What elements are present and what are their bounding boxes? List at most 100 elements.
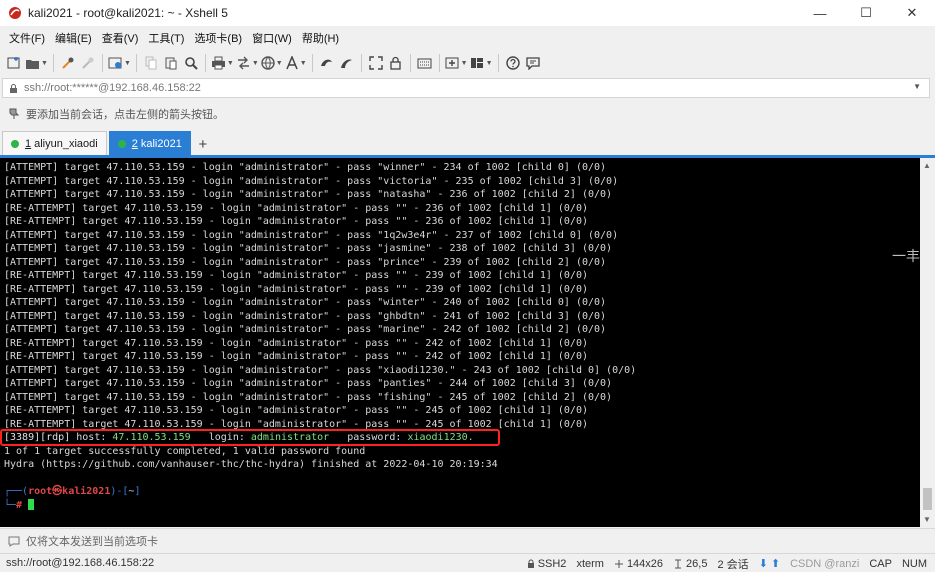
menu-tools[interactable]: 工具(T) [143,30,189,46]
keyboard-icon[interactable] [416,52,434,74]
prompt-tree-top: ┌──( [4,486,29,497]
prompt-user: root㉿kali2021 [28,486,111,497]
menu-window[interactable]: 窗口(W) [247,30,297,46]
layout-icon[interactable]: ▼ [470,52,493,74]
print-icon[interactable]: ▼ [211,52,234,74]
toolbar: ▼ ▼ ▼ ▼ ▼ ▼ ▼ ▼ [0,50,935,76]
connected-status-icon [117,139,126,148]
new-session-icon[interactable] [5,52,23,74]
highlight-box [0,429,500,446]
tab-kali2021[interactable]: 2 kali2021 [108,131,191,155]
hint-text: 要添加当前会话，点击左侧的箭头按钮。 [26,109,224,121]
tab-number: 1 [25,137,32,150]
session-arrows[interactable]: ⬇ ⬆ [759,557,780,570]
terminal-line: [ATTEMPT] target 47.110.53.159 - login "… [4,391,613,403]
disconnect-icon[interactable] [79,52,97,74]
xshell-app-icon [9,7,21,19]
help-icon[interactable] [504,52,522,74]
connected-status-icon [11,139,19,148]
terminal-line: [ATTEMPT] target 47.110.53.159 - login "… [4,364,637,376]
send-icon[interactable] [8,535,20,547]
terminal-scrollbar[interactable]: ▲ ▼ [920,158,935,527]
tab-bar: 1 aliyun_xiaodi 2 kali2021 + [0,131,935,155]
toolbar-separator [101,54,103,72]
scroll-up-icon[interactable]: ▲ [923,161,931,170]
window-controls: — ☐ ✕ [797,0,935,26]
address-input[interactable]: ssh://root:******@192.168.46.158:22 [24,82,201,94]
terminal-line: [ATTEMPT] target 47.110.53.159 - login "… [4,324,607,335]
reconnect-icon[interactable] [59,52,77,74]
toolbar-separator [409,54,411,72]
terminal[interactable]: [ATTEMPT] target 47.110.53.159 - login "… [0,158,920,527]
cursor-pos-icon [675,559,682,568]
terminal-line: [ATTEMPT] target 47.110.53.159 - login "… [4,162,607,173]
paste-icon[interactable] [162,52,180,74]
close-button[interactable]: ✕ [889,0,935,26]
toolbar-separator [135,54,137,72]
properties-icon[interactable]: ▼ [108,52,131,74]
status-sessions: 2 会话 [717,558,749,571]
terminal-line: [RE-ATTEMPT] target 47.110.53.159 - logi… [4,202,588,214]
scroll-thumb[interactable] [923,488,932,510]
terminal-line: [RE-ATTEMPT] target 47.110.53.159 - logi… [4,283,588,295]
find-icon[interactable] [182,52,200,74]
found-credential-line: [3389][rdp] host: 47.110.53.159 login: a… [0,429,920,446]
tab-number: 2 [131,137,138,150]
side-overlay-text: 一丰 [892,248,920,264]
tab-aliyun-xiaodi[interactable]: 1 aliyun_xiaodi [2,131,107,155]
open-folder-icon[interactable]: ▼ [25,52,48,74]
status-num: NUM [901,557,927,570]
tab-label: aliyun_xiaodi [34,137,98,150]
compose-bar[interactable]: 仅将文本发送到当前选项卡 [0,528,935,552]
terminal-line: [RE-ATTEMPT] target 47.110.53.159 - logi… [4,337,588,349]
add-tab-button[interactable]: + [193,133,213,155]
terminal-line: [RE-ATTEMPT] target 47.110.53.159 - logi… [4,270,588,281]
menu-tab[interactable]: 选项卡(B) [189,30,247,46]
scroll-down-icon[interactable]: ▼ [923,515,931,524]
terminal-line: [ATTEMPT] target 47.110.53.159 - login "… [4,378,613,389]
lock-icon [527,559,534,568]
tab-label: kali2021 [140,137,182,150]
font-icon[interactable]: ▼ [285,52,307,74]
chat-icon[interactable] [524,52,542,74]
minimize-button[interactable]: — [797,0,843,26]
status-terminal-type: xterm [576,557,604,570]
prompt-close-bracket: ] [134,486,141,497]
xmanager-icon[interactable] [338,52,356,74]
window-title: kali2021 - root@kali2021: ~ - Xshell 5 [28,6,228,20]
new-tab-icon[interactable]: ▼ [445,52,468,74]
status-connection: ssh://root@192.168.46.158:22 [6,557,155,569]
lock-icon [10,83,17,93]
toolbar-separator [360,54,362,72]
status-cursor: 26,5 [673,558,707,570]
toolbar-separator [204,54,206,72]
menu-file[interactable]: 文件(F) [4,30,50,46]
menu-help[interactable]: 帮助(H) [297,30,344,46]
resize-icon [614,559,623,568]
maximize-button[interactable]: ☐ [843,0,889,26]
terminal-line: [ATTEMPT] target 47.110.53.159 - login "… [4,243,613,254]
address-bar[interactable]: ssh://root:******@192.168.46.158:22 ▼ [2,78,930,98]
xftp-icon[interactable] [318,52,336,74]
copy-icon[interactable] [142,52,160,74]
prompt-tree-bottom: └─ [4,499,17,511]
terminal-line: [ATTEMPT] target 47.110.53.159 - login "… [4,297,607,308]
pin-arrow-icon[interactable] [8,108,20,120]
status-right: SSH2 xterm 144x26 26,5 2 会话 ⬇ ⬆ CSDN @ran… [527,554,927,572]
compose-input[interactable]: 仅将文本发送到当前选项卡 [26,533,158,549]
status-bar: ssh://root@192.168.46.158:22 SSH2 xterm … [0,553,935,572]
terminal-line: [RE-ATTEMPT] target 47.110.53.159 - logi… [4,351,588,362]
globe-icon[interactable]: ▼ [261,52,283,74]
chevron-down-icon[interactable]: ▼ [913,82,921,91]
lock-icon[interactable] [387,52,405,74]
transfer-icon[interactable]: ▼ [236,52,259,74]
menu-edit[interactable]: 编辑(E) [50,30,97,46]
finished-line: Hydra (https://github.com/vanhauser-thc/… [4,459,498,470]
terminal-line: [RE-ATTEMPT] target 47.110.53.159 - logi… [4,216,588,227]
terminal-line: [ATTEMPT] target 47.110.53.159 - login "… [4,175,619,187]
terminal-output: [ATTEMPT] target 47.110.53.159 - login "… [4,161,920,431]
menu-view[interactable]: 查看(V) [97,30,144,46]
watermark: CSDN @ranzi [790,557,860,570]
fullscreen-icon[interactable] [367,52,385,74]
